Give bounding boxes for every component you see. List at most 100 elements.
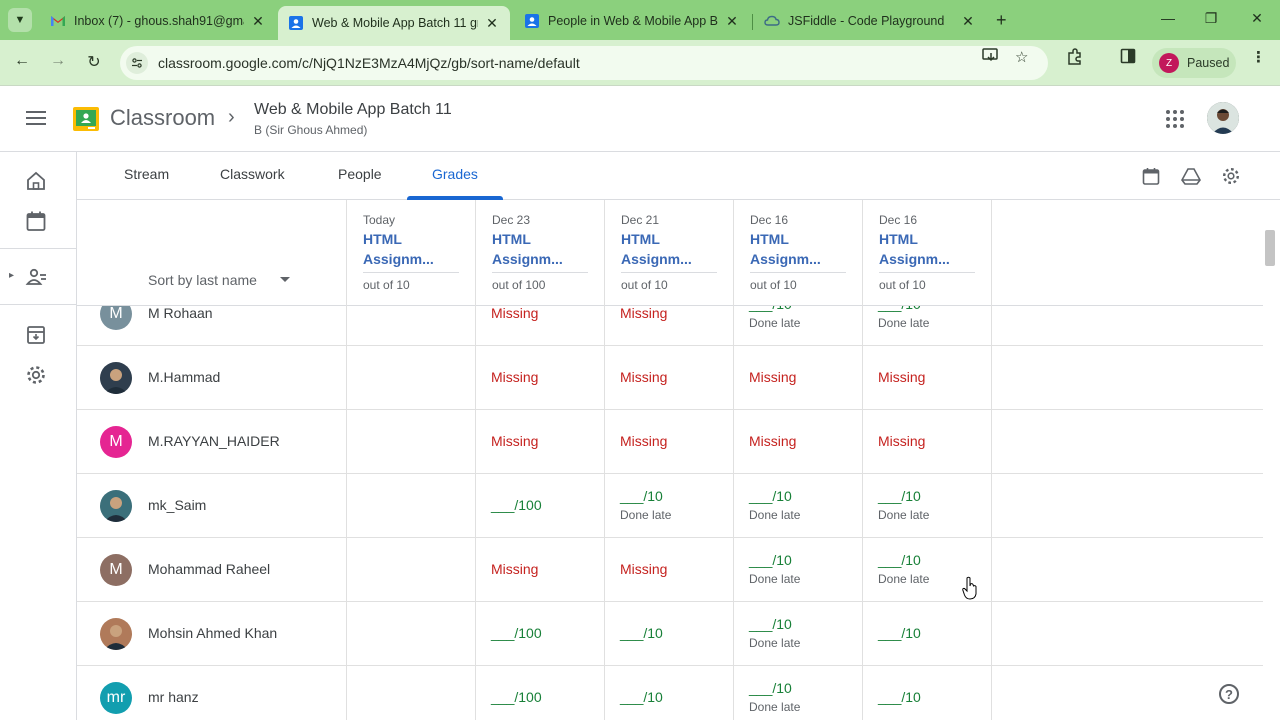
grade-cell[interactable]: Missing — [604, 538, 733, 602]
student-row[interactable]: Mohsin Ahmed Khan ___/100 ___/10 ___/10 Done… — [77, 602, 1263, 666]
grade-cell[interactable]: ___/10 Done late — [733, 306, 862, 346]
grade-cell[interactable]: Missing — [604, 410, 733, 474]
tab-search-chevron-icon[interactable]: ▼ — [8, 8, 32, 32]
student-avatar[interactable] — [100, 490, 132, 522]
student-name[interactable]: M.RAYYAN_HAIDER — [148, 433, 280, 449]
grade-cell[interactable]: Missing — [862, 346, 991, 410]
tab-stream[interactable]: Stream — [124, 166, 169, 182]
student-avatar[interactable]: M — [100, 554, 132, 586]
new-tab-icon[interactable]: + — [996, 10, 1007, 31]
student-name[interactable]: mr hanz — [148, 689, 199, 705]
forward-arrow-icon[interactable]: → — [48, 52, 68, 70]
grade-cell[interactable]: Missing — [604, 306, 733, 346]
restore-icon[interactable]: ❐ — [1201, 10, 1221, 27]
student-name[interactable]: Mohsin Ahmed Khan — [148, 625, 277, 641]
google-apps-icon[interactable] — [1166, 110, 1184, 128]
grade-cell[interactable] — [346, 666, 475, 720]
dropdown-caret-icon[interactable] — [280, 277, 290, 282]
page-scrollbar[interactable] — [1265, 230, 1275, 266]
assignment-title[interactable]: HTML Assignm... — [492, 229, 588, 269]
student-avatar[interactable]: M — [100, 426, 132, 458]
grade-cell[interactable]: ___/10 Done late — [733, 602, 862, 666]
classroom-brand[interactable]: Classroom — [110, 105, 215, 131]
grade-cell[interactable]: Missing — [475, 410, 604, 474]
help-icon[interactable]: ? — [1219, 684, 1239, 704]
tab-grades[interactable]: Grades — [432, 166, 478, 182]
close-tab-icon[interactable]: ✕ — [724, 13, 740, 30]
teaching-people-icon[interactable] — [25, 266, 47, 288]
tab-people[interactable]: People — [338, 166, 382, 182]
assignment-column-header[interactable]: Dec 16 HTML Assignm... out of 10 — [863, 200, 992, 306]
grade-cell[interactable] — [346, 538, 475, 602]
assignment-title[interactable]: HTML Assignm... — [621, 229, 717, 269]
assignment-column-header[interactable]: Dec 21 HTML Assignm... out of 10 — [605, 200, 734, 306]
student-avatar[interactable]: M — [100, 306, 132, 330]
grade-cell[interactable]: ___/10 Done late — [862, 474, 991, 538]
calendar-icon[interactable] — [25, 210, 47, 232]
grade-cell[interactable] — [346, 306, 475, 346]
site-info-icon[interactable] — [126, 52, 148, 74]
grade-cell[interactable] — [346, 346, 475, 410]
student-row[interactable]: mk_Saim ___/100 ___/10 Done late ___/10 Done … — [77, 474, 1263, 538]
grade-cell[interactable]: Missing — [733, 346, 862, 410]
student-name[interactable]: M Rohaan — [148, 306, 213, 321]
browser-tab-gmail[interactable]: Inbox (7) - ghous.shah91@gmai ✕ — [40, 6, 276, 36]
grade-cell[interactable]: ___/10 — [604, 666, 733, 720]
browser-tab-classroom[interactable]: Web & Mobile App Batch 11 gra ✕ — [278, 6, 510, 40]
extensions-icon[interactable] — [1066, 48, 1084, 70]
account-avatar[interactable] — [1207, 102, 1239, 134]
grade-cell[interactable]: ___/10 Done late — [733, 666, 862, 720]
reload-icon[interactable]: ↻ — [84, 52, 104, 72]
sort-dropdown[interactable]: Sort by last name — [148, 272, 257, 288]
grade-cell[interactable]: ___/10 Done late — [862, 306, 991, 346]
tab-classwork[interactable]: Classwork — [220, 166, 285, 182]
grade-cell[interactable]: Missing — [475, 346, 604, 410]
grade-cell[interactable]: ___/10 — [604, 602, 733, 666]
grade-cell[interactable]: ___/10 Done late — [604, 474, 733, 538]
back-arrow-icon[interactable]: ← — [12, 52, 32, 70]
grade-cell[interactable]: ___/10 Done late — [733, 538, 862, 602]
grade-cell[interactable]: ___/100 — [475, 474, 604, 538]
close-tab-icon[interactable]: ✕ — [484, 15, 500, 32]
grade-cell[interactable]: ___/100 — [475, 602, 604, 666]
student-avatar[interactable]: mr — [100, 682, 132, 714]
browser-tab-jsfiddle[interactable]: JSFiddle - Code Playground ✕ — [754, 6, 986, 36]
classroom-logo-icon[interactable] — [73, 107, 99, 131]
profile-button[interactable]: Z Paused — [1152, 48, 1236, 78]
install-app-icon[interactable] — [982, 48, 1000, 68]
google-calendar-icon[interactable] — [1141, 166, 1161, 186]
assignment-column-header[interactable]: Dec 16 HTML Assignm... out of 10 — [734, 200, 863, 306]
student-name[interactable]: mk_Saim — [148, 497, 206, 513]
student-row[interactable]: M.Hammad Missing Missing Missing Missing — [77, 346, 1263, 410]
student-avatar[interactable] — [100, 362, 132, 394]
assignment-column-header[interactable]: Today HTML Assignm... out of 10 — [347, 200, 476, 306]
browser-tab-people[interactable]: People in Web & Mobile App Ba ✕ — [514, 6, 750, 36]
assignment-title[interactable]: HTML Assignm... — [879, 229, 975, 269]
grade-cell[interactable] — [346, 410, 475, 474]
grade-cell[interactable]: ___/10 — [862, 602, 991, 666]
grade-cell[interactable]: ___/10 Done late — [733, 474, 862, 538]
grade-cell[interactable] — [346, 602, 475, 666]
assignment-column-header[interactable]: Dec 23 HTML Assignm... out of 100 — [476, 200, 605, 306]
grade-cell[interactable]: ___/10 — [862, 666, 991, 720]
student-name[interactable]: M.Hammad — [148, 369, 220, 385]
home-icon[interactable] — [25, 170, 47, 192]
more-menu-icon[interactable]: ⋮ — [1251, 48, 1266, 66]
close-tab-icon[interactable]: ✕ — [250, 13, 266, 30]
side-panel-icon[interactable] — [1120, 48, 1136, 68]
class-settings-gear-icon[interactable] — [1221, 166, 1241, 186]
student-row[interactable]: M M.RAYYAN_HAIDER Missing Missing Missing Mis… — [77, 410, 1263, 474]
expand-arrow-icon[interactable]: ▸ — [9, 270, 14, 281]
drive-folder-icon[interactable] — [1181, 166, 1201, 186]
student-name[interactable]: Mohammad Raheel — [148, 561, 270, 577]
grade-cell[interactable]: ___/100 — [475, 666, 604, 720]
grade-cell[interactable]: Missing — [475, 538, 604, 602]
student-row[interactable]: M Mohammad Raheel Missing Missing ___/10 Done… — [77, 538, 1263, 602]
course-title[interactable]: Web & Mobile App Batch 11 — [254, 101, 452, 119]
minimize-icon[interactable]: — — [1158, 10, 1178, 26]
bookmark-star-icon[interactable]: ☆ — [1015, 48, 1028, 66]
settings-gear-icon[interactable] — [25, 364, 47, 386]
grade-cell[interactable]: Missing — [862, 410, 991, 474]
main-menu-icon[interactable] — [24, 107, 48, 131]
student-row[interactable]: mr mr hanz ___/100 ___/10 ___/10 Done late ___… — [77, 666, 1263, 720]
